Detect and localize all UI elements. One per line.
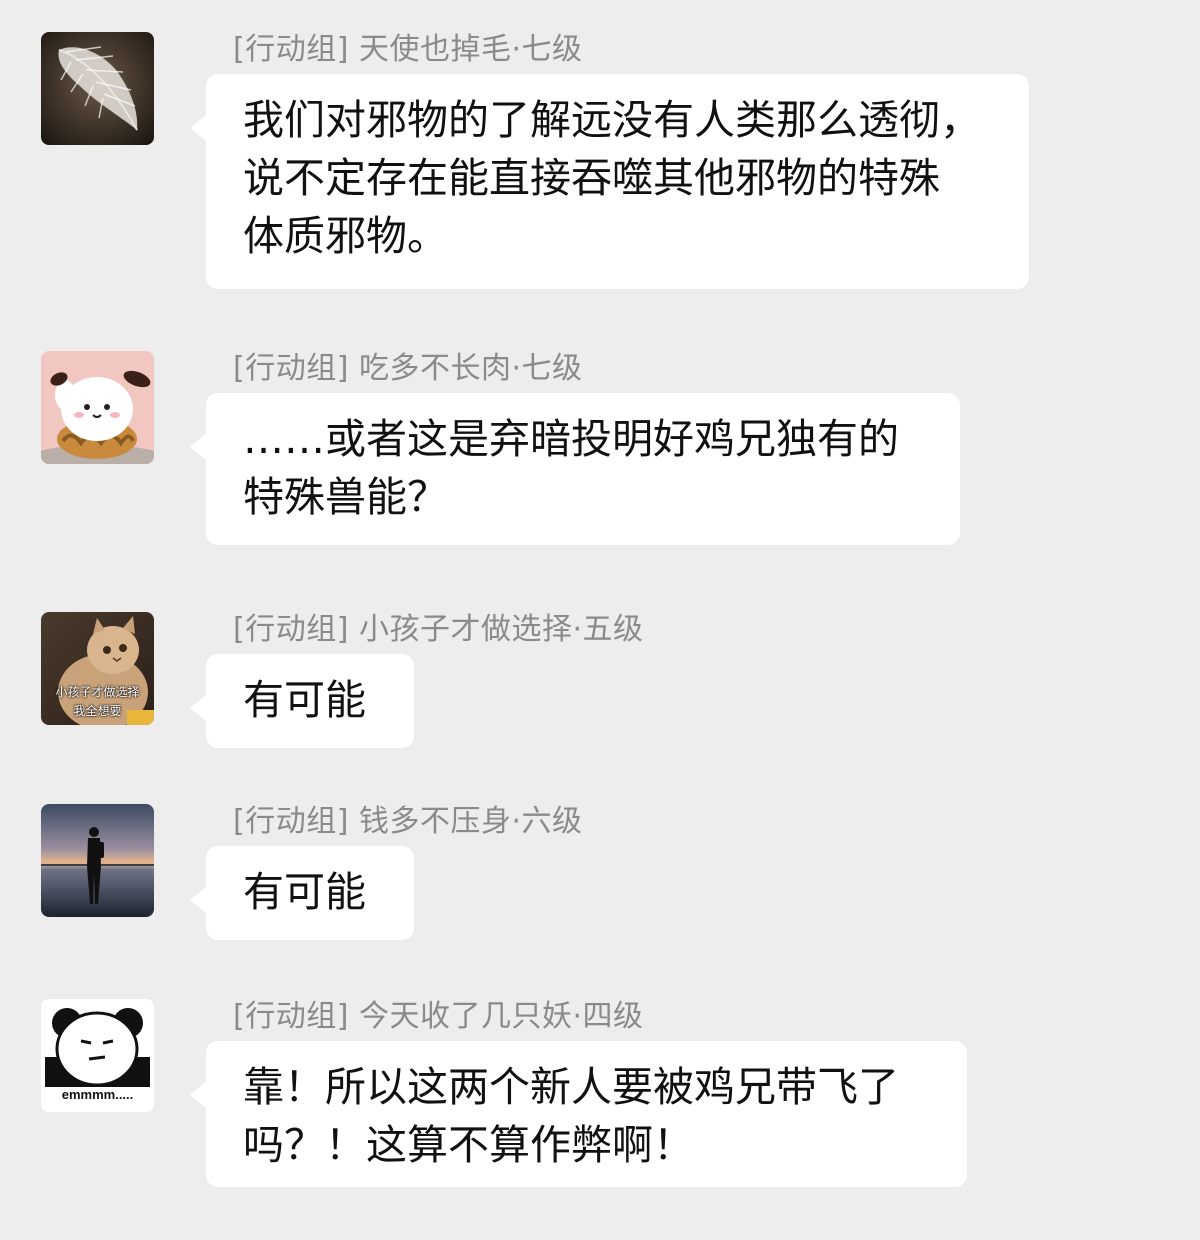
message-bubble[interactable]: 有可能 bbox=[190, 846, 414, 940]
message-bubble[interactable]: 有可能 bbox=[190, 654, 414, 748]
message-text: 靠！所以这两个新人要被鸡兄带飞了 吗？！这算不算作弊啊！ bbox=[243, 1063, 899, 1169]
message-bubble[interactable]: 我们对邪物的了解远没有人类那么透彻， 说不定存在能直接吞噬其他邪物的特殊 体质邪… bbox=[190, 74, 1029, 289]
panda-meme-icon[interactable]: emmmm..... bbox=[41, 999, 154, 1112]
avatar-caption-line: 小孩子才做选择 bbox=[55, 685, 140, 699]
message-text: ……或者这是弃暗投明好鸡兄独有的 特殊兽能？ bbox=[243, 415, 899, 521]
white-puppy-toy-icon[interactable] bbox=[41, 351, 154, 464]
sender-name: [行动组] 小孩子才做选择·五级 bbox=[233, 612, 644, 647]
avatar-caption: emmmm..... bbox=[61, 1087, 134, 1102]
sender-name: [行动组] 天使也掉毛·七级 bbox=[233, 32, 583, 67]
message-text: 有可能 bbox=[243, 676, 366, 724]
message-text: 我们对邪物的了解远没有人类那么透彻， 说不定存在能直接吞噬其他邪物的特殊 体质邪… bbox=[243, 96, 981, 260]
message-bubble[interactable]: ……或者这是弃暗投明好鸡兄独有的 特殊兽能？ bbox=[190, 393, 960, 545]
avatar-caption-line: 我全想要 bbox=[73, 704, 122, 718]
sender-name: [行动组] 钱多不压身·六级 bbox=[233, 804, 583, 839]
message-bubble[interactable]: 靠！所以这两个新人要被鸡兄带飞了 吗？！这算不算作弊啊！ bbox=[190, 1041, 967, 1187]
message-text: 有可能 bbox=[243, 868, 366, 916]
sender-name: [行动组] 今天收了几只妖·四级 bbox=[233, 999, 644, 1034]
sender-name: [行动组] 吃多不长肉·七级 bbox=[233, 351, 583, 386]
silhouette-lake-sunset-icon[interactable] bbox=[41, 804, 154, 917]
cat-meme-icon[interactable]: 小孩子才做选择 我全想要 bbox=[41, 612, 154, 725]
chat-window: [行动组] 天使也掉毛·七级 我们对邪物的了解远没有人类那么透彻， 说不定存在能… bbox=[0, 0, 1200, 1240]
white-feather-icon[interactable] bbox=[41, 32, 154, 145]
